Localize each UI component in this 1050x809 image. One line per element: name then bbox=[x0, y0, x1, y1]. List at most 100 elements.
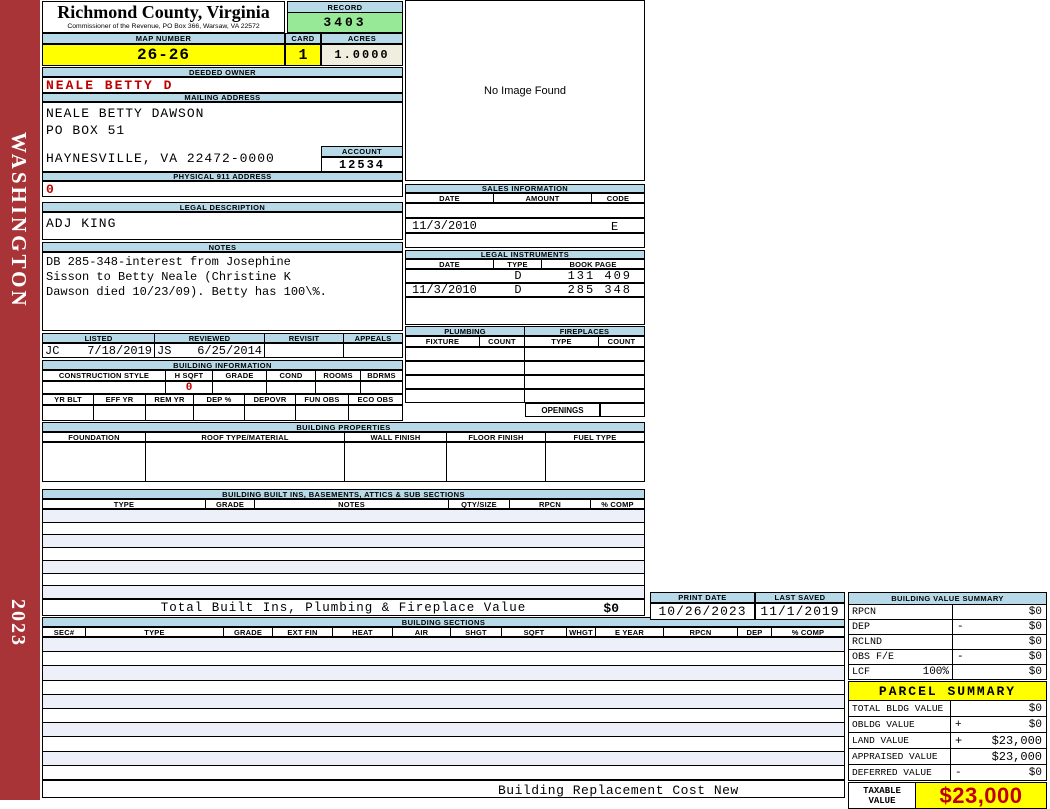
empty-row bbox=[43, 548, 644, 561]
record-value: 3403 bbox=[287, 12, 403, 33]
ps-row-deferred: DEFERRED VALUE - $0 bbox=[848, 764, 1047, 781]
appeals-cell bbox=[344, 344, 402, 357]
notes-label: NOTES bbox=[42, 242, 403, 252]
ps-row-land: LAND VALUE + $23,000 bbox=[848, 732, 1047, 749]
sales-row-3 bbox=[405, 233, 645, 248]
sales-headers: DATE AMOUNT CODE bbox=[405, 193, 645, 203]
sale-code: E bbox=[611, 220, 619, 234]
replacement-cost-label: Building Replacement Cost New bbox=[498, 783, 739, 798]
notes-line-3: Dawson died 10/23/09). Betty has 100\%. bbox=[46, 285, 327, 299]
last-saved-value: 11/1/2019 bbox=[755, 603, 845, 620]
county-subtitle: Commissioner of the Revenue, PO Box 366,… bbox=[67, 23, 260, 30]
h-sqft-value: 0 bbox=[185, 381, 193, 394]
last-saved-label: LAST SAVED bbox=[755, 592, 845, 603]
instrument-type: D bbox=[514, 269, 522, 283]
empty-row bbox=[43, 535, 644, 549]
no-image-message: No Image Found bbox=[484, 84, 566, 97]
plumbing-fireplaces-headers: FIXTURE COUNT TYPE COUNT bbox=[405, 336, 645, 347]
empty-row bbox=[43, 723, 844, 738]
empty-row bbox=[43, 737, 844, 752]
ps-row-obldg: OBLDG VALUE + $0 bbox=[848, 716, 1047, 733]
empty-row bbox=[43, 574, 644, 587]
plumbing-fireplaces-titles: PLUMBING FIREPLACES bbox=[405, 326, 645, 336]
review-header-row: LISTED REVIEWED REVISIT APPEALS bbox=[42, 333, 403, 343]
sales-row-1 bbox=[405, 203, 645, 218]
instrument-type: D bbox=[514, 283, 522, 297]
bvs-row-rpcn: RPCN $0 bbox=[848, 604, 1047, 620]
building-info-header-1: CONSTRUCTION STYLE H SQFT GRADE COND ROO… bbox=[42, 370, 403, 381]
building-sections-footer-row: Building Replacement Cost New bbox=[42, 780, 845, 798]
building-properties-headers: FOUNDATION ROOF TYPE/MATERIAL WALL FINIS… bbox=[42, 432, 645, 442]
map-number-value: 26-26 bbox=[42, 44, 285, 66]
built-ins-empty-rows bbox=[42, 509, 645, 599]
review-value-row: JC 7/18/2019 JS 6/25/2014 bbox=[42, 343, 403, 358]
sales-row-2: 11/3/2010 E bbox=[405, 218, 645, 234]
building-info-header-2: YR BLT EFF YR REM YR DEP % DEPOVR FUN OB… bbox=[42, 394, 403, 405]
building-properties-values bbox=[42, 442, 645, 482]
legal-instruments-empty bbox=[405, 297, 645, 325]
card-value: 1 bbox=[285, 44, 321, 66]
built-ins-total-value: $0 bbox=[603, 601, 619, 616]
card-label: CARD bbox=[285, 33, 321, 44]
legal-instruments-headers: DATE TYPE BOOK PAGE bbox=[405, 259, 645, 269]
legal-instrument-row-1: D 131 409 bbox=[405, 269, 645, 283]
instrument-bookpage: 285 348 bbox=[567, 283, 632, 297]
plumbing-row bbox=[405, 375, 645, 389]
empty-row bbox=[43, 766, 844, 779]
empty-row bbox=[43, 638, 844, 653]
built-ins-total-label: Total Built Ins, Plumbing & Fireplace Va… bbox=[160, 600, 527, 615]
empty-row bbox=[43, 586, 644, 599]
building-sections-headers: SEC# TYPE GRADE EXT FIN HEAT AIR SHGT SQ… bbox=[42, 627, 845, 637]
mailing-line-2: PO BOX 51 bbox=[46, 123, 126, 138]
notes-line-2: Sisson to Betty Neale (Christine K bbox=[46, 270, 291, 284]
building-value-summary: BUILDING VALUE SUMMARY RPCN $0 DEP - $0 … bbox=[848, 592, 1047, 680]
sidebar-district-label: WASHINGTON bbox=[7, 131, 31, 309]
empty-row bbox=[43, 709, 844, 724]
building-info-values-1: 0 bbox=[42, 381, 403, 394]
deeded-owner-label: DEEDED OWNER bbox=[42, 67, 403, 77]
account-label: ACCOUNT bbox=[321, 146, 403, 157]
notes-line-1: DB 285-348-interest from Josephine bbox=[46, 255, 291, 269]
mailing-address-label: MAILING ADDRESS bbox=[42, 93, 403, 102]
legal-description-label: LEGAL DESCRIPTION bbox=[42, 202, 403, 212]
empty-row bbox=[43, 666, 844, 681]
sidebar: WASHINGTON 2023 bbox=[0, 0, 40, 800]
physical-address-value: 0 bbox=[42, 181, 403, 197]
sale-date: 11/3/2010 bbox=[412, 218, 477, 233]
revisit-cell bbox=[265, 344, 344, 357]
instrument-date: 11/3/2010 bbox=[412, 283, 477, 297]
mailing-line-1: NEALE BETTY DAWSON bbox=[46, 106, 205, 121]
reviewed-by: JS bbox=[157, 343, 172, 358]
fireplaces-title: FIREPLACES bbox=[525, 327, 644, 336]
ps-row-total-bldg: TOTAL BLDG VALUE $0 bbox=[848, 700, 1047, 717]
taxable-value-label: TAXABLE VALUE bbox=[848, 782, 916, 809]
property-image-panel: No Image Found bbox=[405, 0, 645, 181]
building-sections-empty-rows bbox=[42, 637, 845, 780]
empty-row bbox=[43, 652, 844, 667]
legal-instrument-row-2: 11/3/2010 D 285 348 bbox=[405, 283, 645, 297]
parcel-summary: PARCEL SUMMARY TOTAL BLDG VALUE $0 OBLDG… bbox=[848, 681, 1047, 809]
building-information-title: BUILDING INFORMATION bbox=[42, 360, 403, 370]
acres-value: 1.0000 bbox=[321, 44, 403, 66]
sidebar-year-label: 2023 bbox=[7, 598, 29, 647]
taxable-value: $23,000 bbox=[916, 782, 1047, 809]
empty-row bbox=[43, 560, 644, 574]
reviewed-date: 6/25/2014 bbox=[197, 343, 262, 358]
county-title-box: Richmond County, Virginia Commissioner o… bbox=[42, 1, 285, 33]
ps-row-appraised: APPRAISED VALUE $23,000 bbox=[848, 748, 1047, 765]
county-title: Richmond County, Virginia bbox=[57, 2, 270, 22]
empty-row bbox=[43, 523, 644, 536]
plumbing-row bbox=[405, 347, 645, 361]
empty-row bbox=[43, 751, 844, 766]
plumbing-title: PLUMBING bbox=[406, 327, 525, 336]
map-number-label: MAP NUMBER bbox=[42, 33, 285, 44]
parcel-summary-title: PARCEL SUMMARY bbox=[848, 681, 1047, 701]
building-info-values-2 bbox=[42, 405, 403, 421]
plumbing-row bbox=[405, 361, 645, 375]
bvs-row-dep: DEP - $0 bbox=[848, 619, 1047, 635]
instrument-bookpage: 131 409 bbox=[567, 269, 632, 283]
physical-address-label: PHYSICAL 911 ADDRESS bbox=[42, 172, 403, 181]
print-date-value: 10/26/2023 bbox=[650, 603, 755, 620]
listed-by: JC bbox=[45, 343, 60, 358]
plumbing-row bbox=[405, 389, 645, 403]
